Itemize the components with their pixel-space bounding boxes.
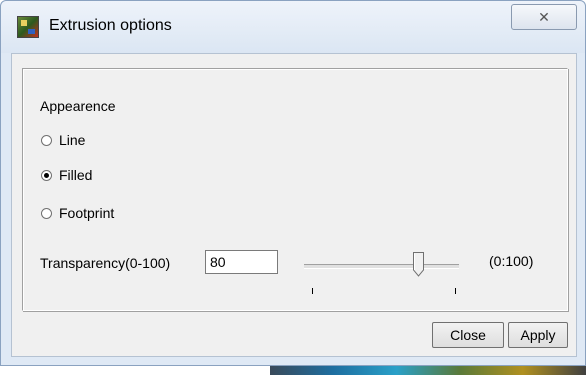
title-bar: Extrusion options ✕: [1, 1, 585, 53]
transparency-range-label: (0:100): [489, 253, 534, 269]
window-title: Extrusion options: [49, 17, 172, 34]
transparency-slider-track[interactable]: [304, 264, 459, 269]
close-icon: ✕: [538, 9, 550, 25]
background-strip: [270, 366, 586, 375]
transparency-slider-thumb[interactable]: [412, 252, 424, 277]
radio-button-footprint[interactable]: [41, 208, 52, 219]
button-row: Close Apply: [12, 311, 578, 358]
app-logo-icon: [17, 16, 39, 38]
dialog-client-area: Appearence Line Filled Footprint Transpa…: [11, 53, 577, 357]
apply-button[interactable]: Apply: [508, 322, 568, 348]
radio-label-footprint: Footprint: [59, 205, 115, 221]
radio-label-filled: Filled: [59, 167, 93, 183]
dialog-window: Extrusion options ✕ Appearence Line Fill…: [0, 0, 586, 366]
appearance-group: Appearence Line Filled Footprint Transpa…: [22, 68, 568, 311]
slider-tick-max: [455, 288, 456, 294]
transparency-label: Transparency(0-100): [40, 255, 171, 271]
window-close-button[interactable]: ✕: [511, 4, 577, 30]
appearance-heading: Appearence: [40, 98, 116, 114]
radio-button-filled[interactable]: [41, 170, 52, 181]
radio-label-line: Line: [59, 132, 86, 148]
radio-button-line[interactable]: [41, 135, 52, 146]
transparency-input[interactable]: [205, 250, 278, 274]
slider-tick-min: [312, 288, 313, 294]
close-button[interactable]: Close: [432, 322, 504, 348]
